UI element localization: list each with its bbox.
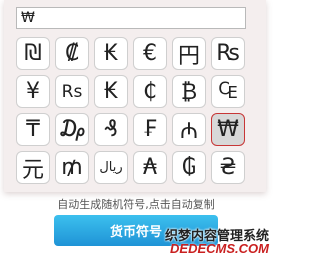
symbol-cell[interactable]: Rs xyxy=(55,75,89,108)
symbol-cell[interactable]: ₿ xyxy=(172,75,206,108)
symbol-grid: ₪ ₡ ₭ € 円 ₨ ¥ Rs ₭ ₵ ₿ ₠ ₸ ₯ ₰ ₣ ₼ ₩ 元 ₥… xyxy=(16,37,245,184)
symbol-cell[interactable]: ₣ xyxy=(133,113,167,146)
symbol-cell[interactable]: ريال xyxy=(94,151,128,184)
symbol-cell[interactable]: € xyxy=(133,37,167,70)
symbol-cell[interactable]: ₭ xyxy=(94,75,128,108)
symbol-output-input[interactable] xyxy=(16,7,246,29)
symbol-cell[interactable]: ₰ xyxy=(94,113,128,146)
symbol-cell[interactable]: ₯ xyxy=(55,113,89,146)
symbol-cell[interactable]: ₵ xyxy=(133,75,167,108)
symbol-cell[interactable]: ₥ xyxy=(55,151,89,184)
symbol-cell[interactable]: ₪ xyxy=(16,37,50,70)
symbol-cell[interactable]: 円 xyxy=(172,37,206,70)
symbol-cell[interactable]: ₭ xyxy=(94,37,128,70)
symbol-cell[interactable]: ₴ xyxy=(211,151,245,184)
symbol-cell[interactable]: ₠ xyxy=(211,75,245,108)
symbol-cell[interactable]: ¥ xyxy=(16,75,50,108)
symbol-cell[interactable]: ₨ xyxy=(211,37,245,70)
symbol-cell[interactable]: ₳ xyxy=(133,151,167,184)
symbol-cell[interactable]: ₼ xyxy=(172,113,206,146)
symbol-cell[interactable]: ₲ xyxy=(172,151,206,184)
symbol-cell[interactable]: ₡ xyxy=(55,37,89,70)
copy-hint-text: 自动生成随机符号,点击自动复制 xyxy=(57,198,215,211)
symbol-cell-selected[interactable]: ₩ xyxy=(211,113,245,146)
watermark-domain: DEDECMS.COM xyxy=(170,241,269,256)
symbol-cell[interactable]: ₸ xyxy=(16,113,50,146)
symbol-cell[interactable]: 元 xyxy=(16,151,50,184)
button-label: 货币符号 xyxy=(109,225,162,240)
